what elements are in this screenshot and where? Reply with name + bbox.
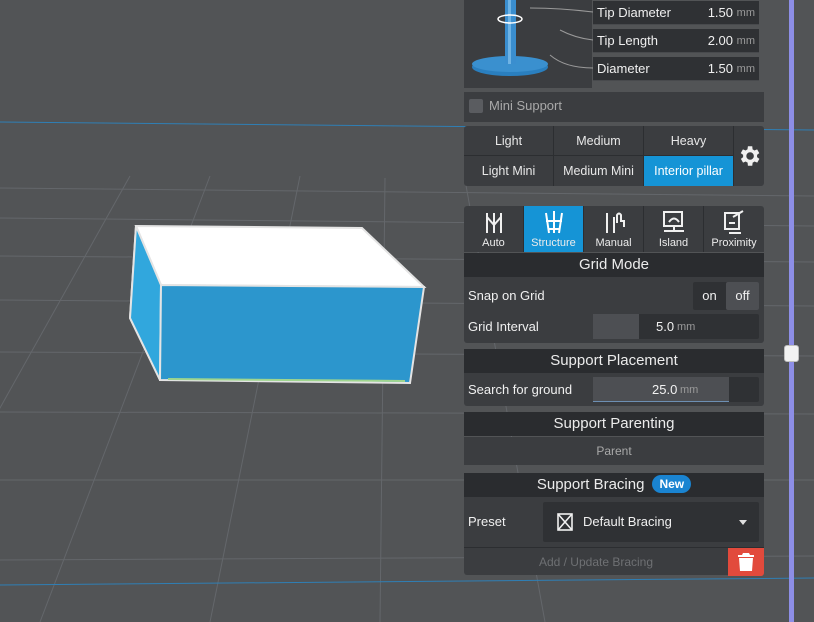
tip-length-label: Tip Length (597, 33, 658, 48)
bracing-preset-label: Preset (468, 514, 506, 529)
mode-proximity-button[interactable]: Proximity (704, 206, 764, 252)
grid-interval-value: 5.0 (656, 319, 675, 334)
tip-diameter-unit: mm (736, 7, 755, 19)
island-icon (663, 211, 684, 232)
diameter-value[interactable]: 1.50 (708, 61, 733, 76)
bracing-actions-row: Add / Update Bracing (464, 547, 764, 576)
bracing-icon (557, 513, 573, 531)
search-for-ground-underline (593, 401, 730, 402)
grid-interval-label: Grid Interval (468, 319, 539, 334)
add-update-bracing-button[interactable]: Add / Update Bracing (464, 548, 728, 576)
preset-medium-button[interactable]: Medium (554, 126, 644, 156)
support-bracing-title: Support Bracing (536, 476, 645, 493)
grid-interval-field[interactable]: 5.0 mm (593, 314, 759, 339)
tip-diameter-value[interactable]: 1.50 (708, 5, 733, 20)
diameter-label: Diameter (597, 61, 650, 76)
parent-button[interactable]: Parent (464, 437, 764, 465)
new-badge: New (652, 475, 692, 493)
preset-heavy-button[interactable]: Heavy (644, 126, 734, 156)
gear-icon[interactable] (736, 143, 762, 169)
diameter-field[interactable]: Diameter 1.50 mm (593, 57, 759, 81)
grid-mode-header: Grid Mode (464, 253, 764, 277)
diameter-unit: mm (736, 63, 755, 75)
mode-manual-label: Manual (595, 237, 632, 249)
search-for-ground-value: 25.0 (652, 382, 678, 397)
support-parenting-header: Support Parenting (464, 412, 764, 436)
tip-diameter-label: Tip Diameter (597, 5, 671, 20)
snap-off-option[interactable]: off (726, 282, 759, 310)
snap-on-grid-label: Snap on Grid (468, 288, 545, 303)
support-bracing-header: Support Bracing New (464, 473, 764, 497)
grid-interval-unit: mm (677, 321, 696, 333)
structure-icon (545, 211, 563, 234)
preset-interior-pillar-button[interactable]: Interior pillar (644, 156, 734, 186)
preset-medium-mini-button[interactable]: Medium Mini (554, 156, 644, 186)
mode-island-button[interactable]: Island (644, 206, 704, 252)
proximity-icon (724, 210, 744, 234)
search-for-ground-unit: mm (680, 384, 699, 396)
mode-island-label: Island (658, 237, 689, 249)
trash-icon (738, 553, 754, 571)
tip-length-unit: mm (736, 35, 755, 47)
mode-proximity-label: Proximity (711, 237, 757, 249)
mini-support-checkbox[interactable] (469, 99, 483, 113)
tip-length-field[interactable]: Tip Length 2.00 mm (593, 29, 759, 53)
support-placement-header: Support Placement (464, 349, 764, 373)
mode-auto-label: Auto (482, 237, 505, 249)
auto-icon (486, 213, 502, 233)
mini-support-label: Mini Support (489, 98, 562, 113)
layer-slider-track[interactable] (789, 0, 794, 622)
mode-manual-button[interactable]: Manual (584, 206, 644, 252)
snap-on-grid-toggle[interactable]: on off (693, 282, 759, 310)
tip-preview-illustration (464, 0, 594, 88)
layer-slider-thumb[interactable] (784, 345, 799, 362)
bracing-preset-select[interactable]: Default Bracing (543, 502, 759, 542)
snap-on-option[interactable]: on (693, 282, 726, 310)
preset-light-button[interactable]: Light (464, 126, 554, 156)
tip-length-value[interactable]: 2.00 (708, 33, 733, 48)
mode-auto-button[interactable]: Auto (464, 206, 524, 252)
bracing-preset-value: Default Bracing (583, 514, 672, 529)
delete-bracing-button[interactable] (728, 548, 764, 576)
support-mode-bar: Auto Structure Manual Island Proximity (464, 206, 764, 252)
search-for-ground-label: Search for ground (468, 382, 573, 397)
tip-diameter-field[interactable]: Tip Diameter 1.50 mm (593, 1, 759, 25)
preset-light-mini-button[interactable]: Light Mini (464, 156, 554, 186)
support-preset-grid: Light Medium Heavy Light Mini Medium Min… (464, 126, 764, 186)
search-for-ground-field[interactable]: 25.0 mm (593, 377, 759, 402)
chevron-down-icon (739, 520, 747, 525)
grid-interval-fill (593, 314, 640, 339)
mode-structure-button[interactable]: Structure (524, 206, 584, 252)
manual-icon (606, 212, 625, 233)
model-box[interactable] (128, 224, 427, 385)
mode-structure-label: Structure (531, 237, 576, 249)
mini-support-row: Mini Support (464, 92, 764, 122)
